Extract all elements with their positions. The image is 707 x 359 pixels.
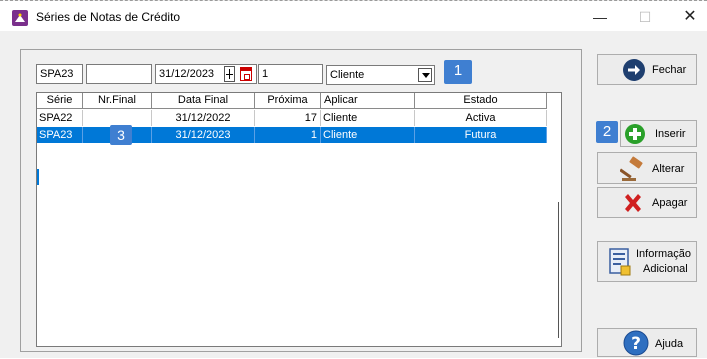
maximize-button[interactable]: ☐ — [630, 7, 660, 29]
window-title: Séries de Notas de Crédito — [36, 10, 181, 24]
column-header-estado[interactable]: Estado — [415, 93, 547, 109]
column-header-proxima[interactable]: Próxima — [255, 93, 321, 109]
aplicar-select[interactable]: Cliente — [326, 65, 435, 85]
ajuda-label: Ajuda — [655, 338, 684, 350]
column-header-serie[interactable]: Série — [37, 93, 83, 109]
row-indicator — [37, 169, 39, 185]
informacao-adicional-button[interactable]: Informação Adicional — [597, 241, 697, 282]
chevron-down-icon[interactable] — [418, 68, 432, 82]
grid-header: Série Nr.Final Data Final Próxima Aplica… — [37, 93, 547, 109]
data-final-value: 31/12/2023 — [159, 68, 215, 80]
data-final-input[interactable]: 31/12/2023 — [155, 64, 257, 84]
fechar-button[interactable]: Fechar — [597, 54, 697, 85]
cell-aplicar: Cliente — [321, 110, 415, 126]
title-bar[interactable]: Séries de Notas de Crédito — ☐ ✕ — [0, 1, 707, 31]
annotation-badge-3: 3 — [110, 125, 132, 145]
cell-proxima: 1 — [255, 127, 321, 143]
table-row[interactable]: SPA22 31/12/2022 17 Cliente Activa — [37, 110, 547, 126]
alterar-label: Alterar — [652, 163, 685, 175]
svg-text:?: ? — [631, 334, 641, 354]
cell-data-final: 31/12/2022 — [152, 110, 255, 126]
vertical-scrollbar[interactable] — [558, 202, 559, 338]
cell-serie: SPA23 — [37, 127, 83, 143]
close-button[interactable]: ✕ — [675, 7, 705, 29]
cell-proxima: 17 — [255, 110, 321, 126]
dialog-window: Séries de Notas de Crédito — ☐ ✕ SPA23 3… — [0, 0, 707, 358]
red-x-icon — [622, 192, 644, 217]
alterar-button[interactable]: Alterar — [597, 152, 697, 184]
column-header-data-final[interactable]: Data Final — [152, 93, 255, 109]
aplicar-selected-value: Cliente — [330, 69, 365, 81]
calendar-icon[interactable] — [240, 67, 252, 81]
cell-estado: Futura — [415, 127, 547, 143]
annotation-badge-1: 1 — [444, 60, 472, 84]
document-icon — [609, 248, 631, 279]
inserir-label: Inserir — [655, 128, 686, 140]
minimize-button[interactable]: — — [585, 7, 615, 29]
adicional-label: Adicional — [643, 263, 688, 275]
column-header-aplicar[interactable]: Aplicar — [321, 93, 415, 109]
informacao-label: Informação — [636, 248, 692, 260]
ajuda-button[interactable]: ? Ajuda — [597, 328, 697, 357]
cell-nr-final — [83, 110, 152, 126]
plus-circle-icon — [624, 123, 646, 148]
question-circle-icon: ? — [623, 330, 649, 359]
inserir-button[interactable]: Inserir — [620, 120, 697, 147]
apagar-label: Apagar — [652, 197, 688, 209]
annotation-badge-2: 2 — [596, 121, 618, 143]
cell-data-final: 31/12/2023 — [152, 127, 255, 143]
cell-estado: Activa — [415, 110, 547, 126]
apagar-button[interactable]: Apagar — [597, 187, 697, 218]
column-header-nr-final[interactable]: Nr.Final — [83, 93, 152, 109]
arrow-right-circle-icon — [622, 58, 646, 85]
serie-input[interactable]: SPA23 — [36, 64, 83, 84]
cell-aplicar: Cliente — [321, 127, 415, 143]
cell-serie: SPA22 — [37, 110, 83, 126]
proxima-input[interactable]: 1 — [258, 64, 323, 84]
nr-final-input[interactable] — [86, 64, 152, 84]
date-spin-icon[interactable] — [224, 66, 235, 82]
app-icon — [12, 10, 28, 26]
fechar-label: Fechar — [652, 64, 687, 76]
gavel-icon — [619, 156, 646, 185]
